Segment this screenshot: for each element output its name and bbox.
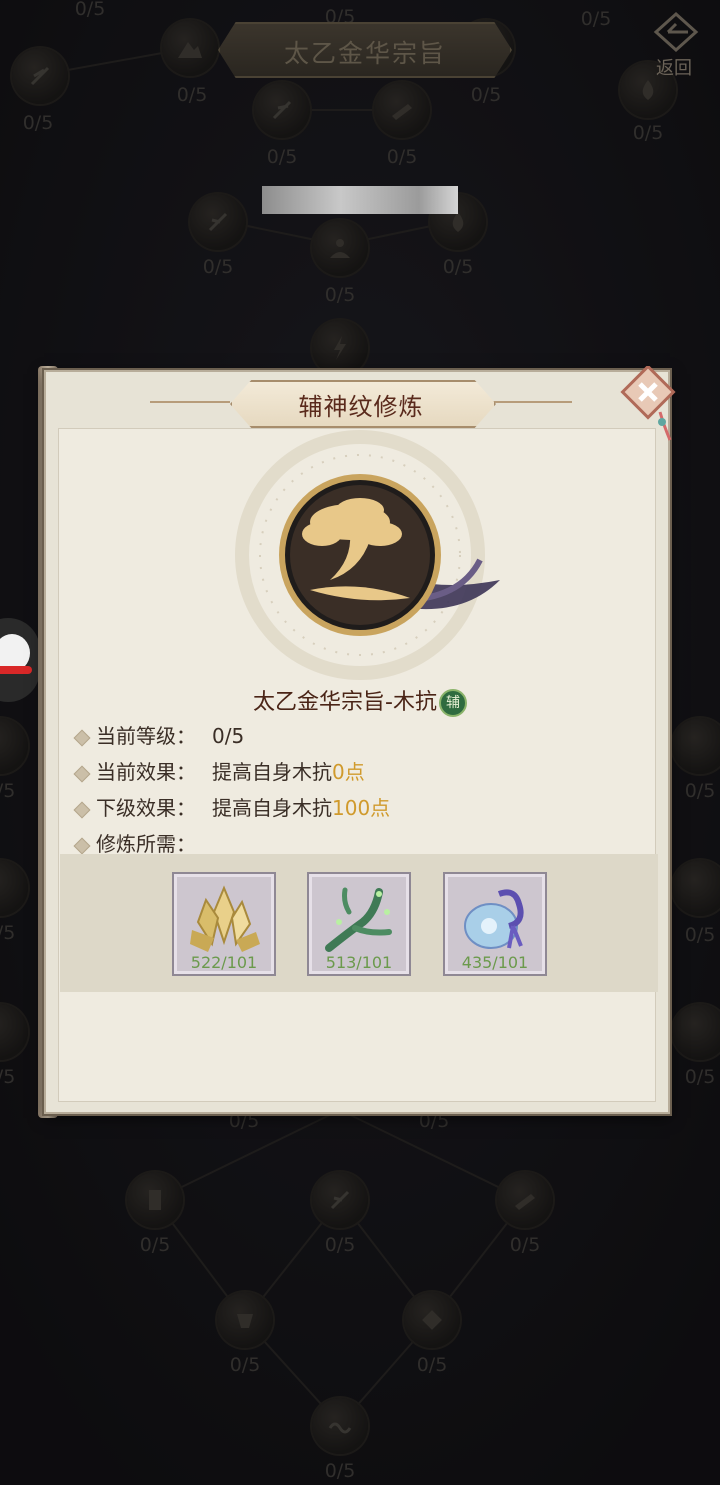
gold-crystal-icon <box>190 885 260 952</box>
requirement-row: 修炼所需： <box>73 828 196 857</box>
skill-name: 太乙金华宗旨-木抗辅 <box>60 684 660 717</box>
skill-name-text: 太乙金华宗旨-木抗 <box>253 690 437 715</box>
diamond-bullet-icon <box>73 729 91 746</box>
current-effect-label: 当前效果： <box>96 760 196 784</box>
material-slot[interactable]: 435/101 <box>443 872 547 976</box>
next-effect-label: 下级效果： <box>96 796 196 820</box>
material-slot[interactable]: 513/101 <box>307 872 411 976</box>
next-effect-row: 下级效果： 提高自身木抗100点 <box>73 792 391 821</box>
back-button[interactable]: 返回 <box>648 10 712 80</box>
current-effect-amount: 0点 <box>332 760 365 784</box>
back-arrow-icon <box>653 11 699 53</box>
close-icon <box>620 364 676 441</box>
current-effect-row: 当前效果： 提高自身木抗0点 <box>73 756 365 785</box>
spirit-jade-icon <box>464 889 524 949</box>
skill-emblem <box>235 430 500 680</box>
level-value: 0/5 <box>212 724 245 748</box>
auxiliary-badge: 辅 <box>438 689 467 717</box>
requirement-label: 修炼所需： <box>96 832 196 856</box>
material-slot[interactable]: 522/101 <box>172 872 276 976</box>
jade-branch-icon <box>325 887 392 952</box>
close-button[interactable] <box>620 364 676 441</box>
header-title: 太乙金华宗旨 <box>283 39 446 68</box>
current-effect-text: 提高自身木抗 <box>212 760 332 784</box>
material-count: 513/101 <box>325 953 393 972</box>
material-count: 435/101 <box>461 953 529 972</box>
material-count: 522/101 <box>190 953 258 972</box>
title-divider <box>492 401 572 403</box>
dialog-title-plate: 辅神纹修炼 <box>230 380 496 428</box>
diamond-bullet-icon <box>73 837 91 854</box>
level-row: 当前等级： 0/5 <box>73 720 245 749</box>
diamond-bullet-icon <box>73 801 91 818</box>
redacted-bar <box>262 186 458 214</box>
title-divider <box>150 401 230 403</box>
dialog-title: 辅神纹修炼 <box>298 393 424 421</box>
diamond-bullet-icon <box>73 765 91 782</box>
next-effect-amount: 100点 <box>332 796 391 820</box>
level-label: 当前等级： <box>96 724 196 748</box>
back-label: 返回 <box>656 58 692 79</box>
next-effect-text: 提高自身木抗 <box>212 796 332 820</box>
header-title-plate: 太乙金华宗旨 <box>218 22 512 78</box>
